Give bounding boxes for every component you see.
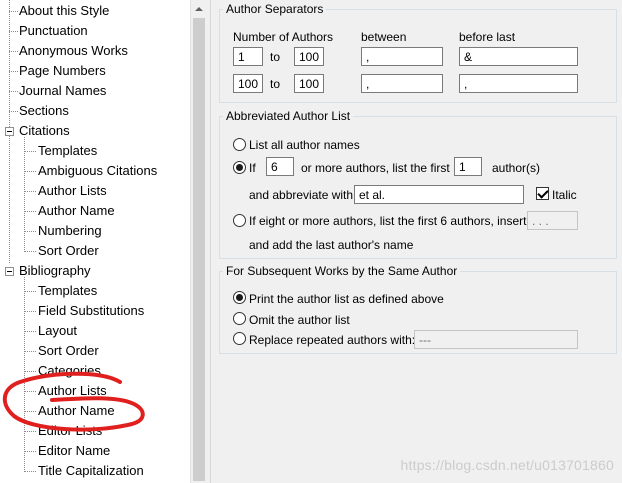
group-title: Author Separators [226,2,324,16]
replace-authors-radio[interactable] [233,332,246,345]
tree-item-label: Editor Name [38,443,111,458]
insert-field[interactable] [527,211,578,230]
author-lists-panel: Author Separators Number of Authors betw… [211,0,622,483]
tree-item-label: Sort Order [38,343,99,358]
list-all-label[interactable]: List all author names [249,138,360,152]
group-title: For Subsequent Works by the Same Author [226,264,458,278]
eight-or-more-radio[interactable] [233,214,246,227]
print-author-list-label[interactable]: Print the author list as defined above [249,292,444,306]
tree-item-label: About this Style [19,3,110,18]
scroll-thumb[interactable] [193,18,205,481]
omit-author-list-radio[interactable] [233,312,246,325]
tree-line [24,137,25,250]
first-count-field[interactable] [454,157,482,176]
tree-scrollbar[interactable] [190,0,207,483]
print-author-list-radio[interactable] [233,291,246,304]
tree-item-label: Author Lists [38,183,107,198]
number-of-authors-header: Number of Authors [233,30,334,44]
tree-item-label: Categories [38,363,101,378]
row2-between-field[interactable] [361,74,443,93]
to-label: to [270,50,281,64]
or-more-label: or more authors, list the first [301,161,450,175]
tree-item-label: Title Capitalization [38,463,144,478]
tree-item-label: Page Numbers [19,63,106,78]
tree-item-label: Numbering [38,223,102,238]
between-header: between [361,30,407,44]
style-tree: About this Style Punctuation Anonymous W… [0,0,190,483]
row2-from-field[interactable] [233,74,263,93]
tree-item-label: Author Name [38,403,115,418]
to-label: to [270,77,281,91]
tree-item-label: Anonymous Works [19,43,128,58]
tree-item-label: Templates [38,283,98,298]
row2-before-last-field[interactable] [459,74,578,93]
tree-item-label: Punctuation [19,23,88,38]
tree-item-label: Author Lists [38,383,107,398]
row1-before-last-field[interactable] [459,47,578,66]
replace-authors-field[interactable] [414,330,578,349]
row1-to-field[interactable] [294,47,324,66]
collapse-icon[interactable] [5,267,14,276]
replace-authors-label[interactable]: Replace repeated authors with: [249,333,415,347]
if-label: If [249,161,256,175]
tree-item-label: Citations [19,123,70,138]
before-last-header: before last [459,30,516,44]
tree-item-citations[interactable]: Citations [0,121,190,141]
tree-item-label: Bibliography [19,263,91,278]
tree-line [24,277,25,470]
tree-item-label: Journal Names [19,83,107,98]
authors-suffix-label: author(s) [492,161,541,175]
list-all-radio[interactable] [233,138,246,151]
tree-item-label: Sections [19,103,69,118]
scroll-up-arrow-icon[interactable] [191,0,207,17]
row2-to-field[interactable] [294,74,324,93]
abbreviate-with-field[interactable] [354,185,524,204]
tree-item-label: Author Name [38,203,115,218]
tree-item-label: Sort Order [38,243,99,258]
tree-item-label: Layout [38,323,78,338]
abbreviate-radio[interactable] [233,161,246,174]
tree-item-bibliography[interactable]: Bibliography [0,261,190,281]
if-count-field[interactable] [266,157,294,176]
tree-item-label: Field Substitutions [38,303,145,318]
watermark-text: https://blog.csdn.net/u013701860 [400,457,614,473]
tree-item-label: Ambiguous Citations [38,163,158,178]
row1-from-field[interactable] [233,47,263,66]
add-last-label: and add the last author's name [249,238,414,252]
italic-label[interactable]: Italic [552,188,577,202]
abbreviate-with-label: and abbreviate with: [249,188,357,202]
eight-or-more-label[interactable]: If eight or more authors, list the first… [249,214,530,228]
omit-author-list-label[interactable]: Omit the author list [249,313,350,327]
tree-item-label: Templates [38,143,98,158]
tree-item-label: Editor Lists [38,423,103,438]
group-title: Abbreviated Author List [226,109,351,123]
row1-between-field[interactable] [361,47,443,66]
abbreviated-author-list-group: Abbreviated Author List [219,109,617,259]
collapse-icon[interactable] [5,127,14,136]
italic-checkbox[interactable] [536,187,549,200]
